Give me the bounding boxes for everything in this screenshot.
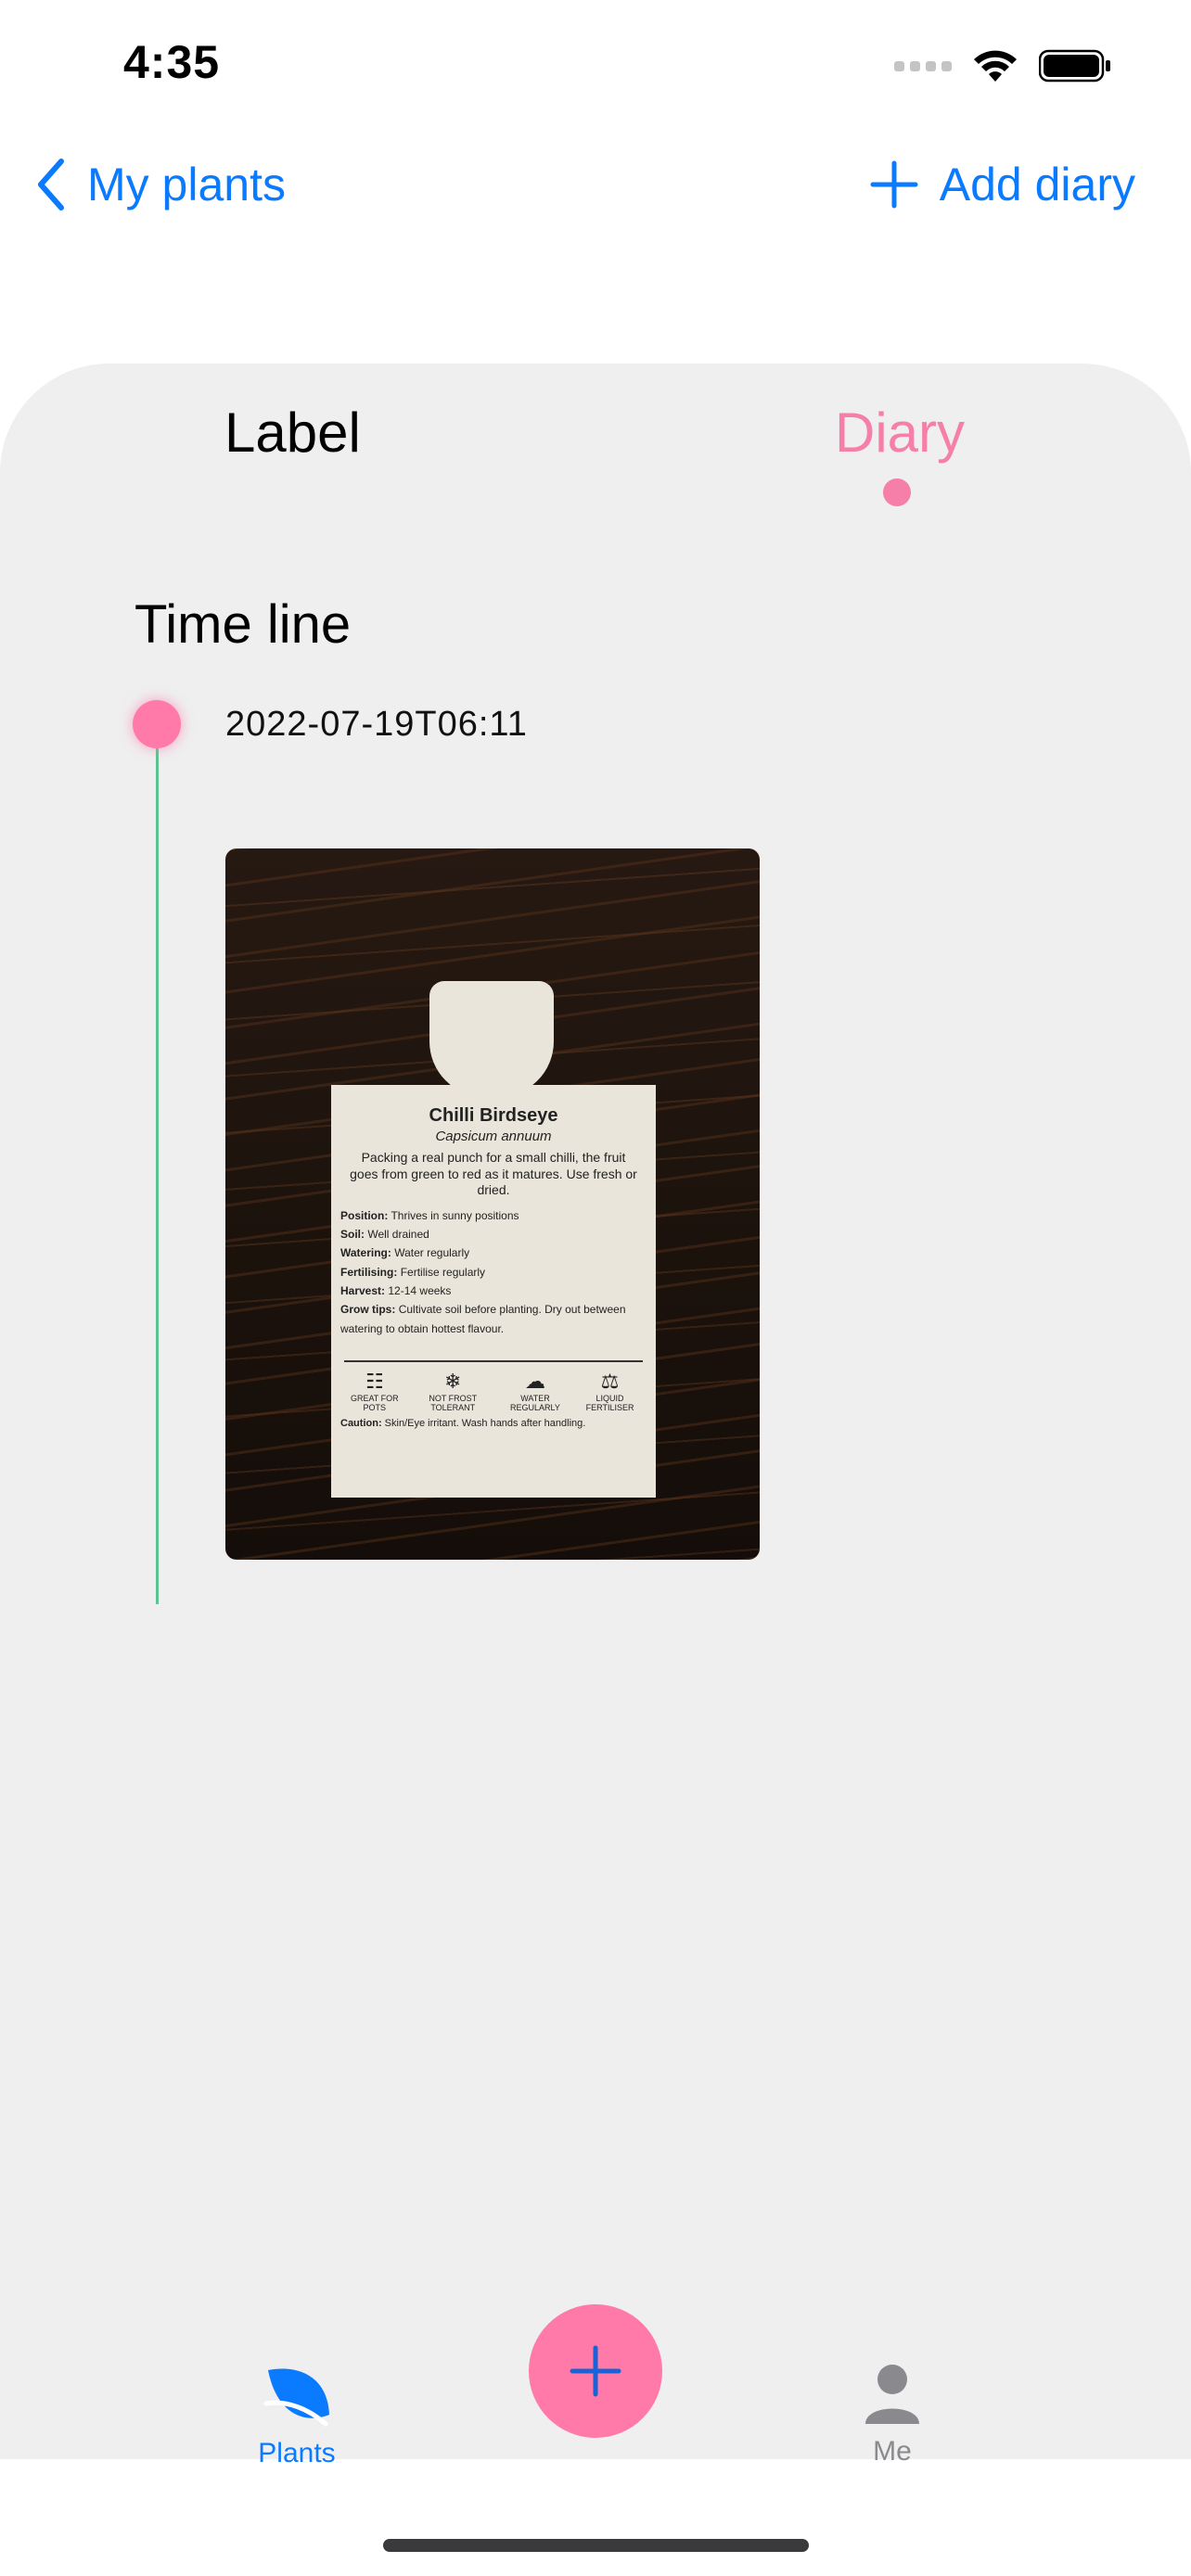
battery-icon (1039, 49, 1110, 83)
person-icon (865, 2365, 919, 2424)
entry-date: 2022-07-19T06:11 (225, 705, 528, 744)
tab-plants-label: Plants (258, 2438, 336, 2468)
tag-divider (344, 1360, 643, 1363)
no-frost-icon: ❄ NOT FROST TOLERANT (429, 1370, 478, 1413)
plant-name: Chilli Birdseye (429, 1105, 558, 1126)
tab-label[interactable]: Label (224, 401, 361, 465)
tab-diary[interactable]: Diary (835, 401, 965, 465)
diary-photo[interactable]: Chilli Birdseye Capsicum annuum Packing … (225, 848, 760, 1560)
tag-line: Position: Thrives in sunny positions (340, 1208, 519, 1222)
tab-me-label: Me (873, 2436, 912, 2467)
nav-bar: My plants Add diary (0, 148, 1191, 241)
tag-caution: Caution: Skin/Eye irritant. Wash hands a… (340, 1418, 586, 1430)
tag-line: Grow tips: Cultivate soil before plantin… (340, 1303, 626, 1335)
chevron-left-icon (38, 159, 64, 210)
add-fab-button[interactable] (529, 2304, 662, 2438)
tab-bar (0, 2459, 1191, 2576)
add-diary-button[interactable]: Add diary (869, 158, 1135, 211)
back-button[interactable]: My plants (35, 158, 286, 211)
status-time: 4:35 (123, 36, 221, 88)
back-label: My plants (87, 159, 286, 210)
timeline-title: Time line (134, 594, 352, 655)
signal-icon (894, 60, 952, 71)
add-diary-label: Add diary (939, 159, 1135, 210)
watering-can-icon: ☁ WATER REGULARLY (510, 1370, 560, 1413)
wifi-icon (974, 50, 1017, 82)
plant-tag-hanger (429, 981, 554, 1097)
pot-icon: ☷ GREAT FOR POTS (350, 1370, 399, 1413)
tag-line: Fertilising: Fertilise regularly (340, 1265, 486, 1279)
timeline-line (156, 729, 159, 1604)
fertiliser-icon: ⚖ LIQUID FERTILISER (585, 1370, 634, 1413)
status-icons (894, 48, 1111, 83)
status-bar: 4:35 (0, 0, 1191, 139)
home-indicator (383, 2539, 809, 2552)
tag-line: Soil: Well drained (340, 1227, 429, 1241)
selected-tab-indicator (883, 478, 911, 506)
tag-care-icons: ☷ GREAT FOR POTS ❄ NOT FROST TOLERANT ☁ WAT… (340, 1370, 647, 1412)
tag-line: Harvest: 12-14 weeks (340, 1284, 452, 1298)
timeline-dot (133, 700, 181, 748)
content-sheet: Label Diary Time line 2022-07-19T06:11 C… (0, 363, 1191, 2459)
plus-icon (870, 160, 918, 209)
plant-description: Packing a real punch for a small chilli,… (350, 1150, 637, 1197)
plus-icon (570, 2345, 621, 2397)
plant-scientific-name: Capsicum annuum (435, 1129, 552, 1144)
leaf-icon (263, 2368, 329, 2427)
tab-plants[interactable]: Plants (250, 2363, 343, 2469)
plant-tag: Chilli Birdseye Capsicum annuum Packing … (331, 1085, 656, 1498)
tab-me[interactable]: Me (846, 2363, 939, 2468)
tag-line: Watering: Water regularly (340, 1246, 470, 1260)
